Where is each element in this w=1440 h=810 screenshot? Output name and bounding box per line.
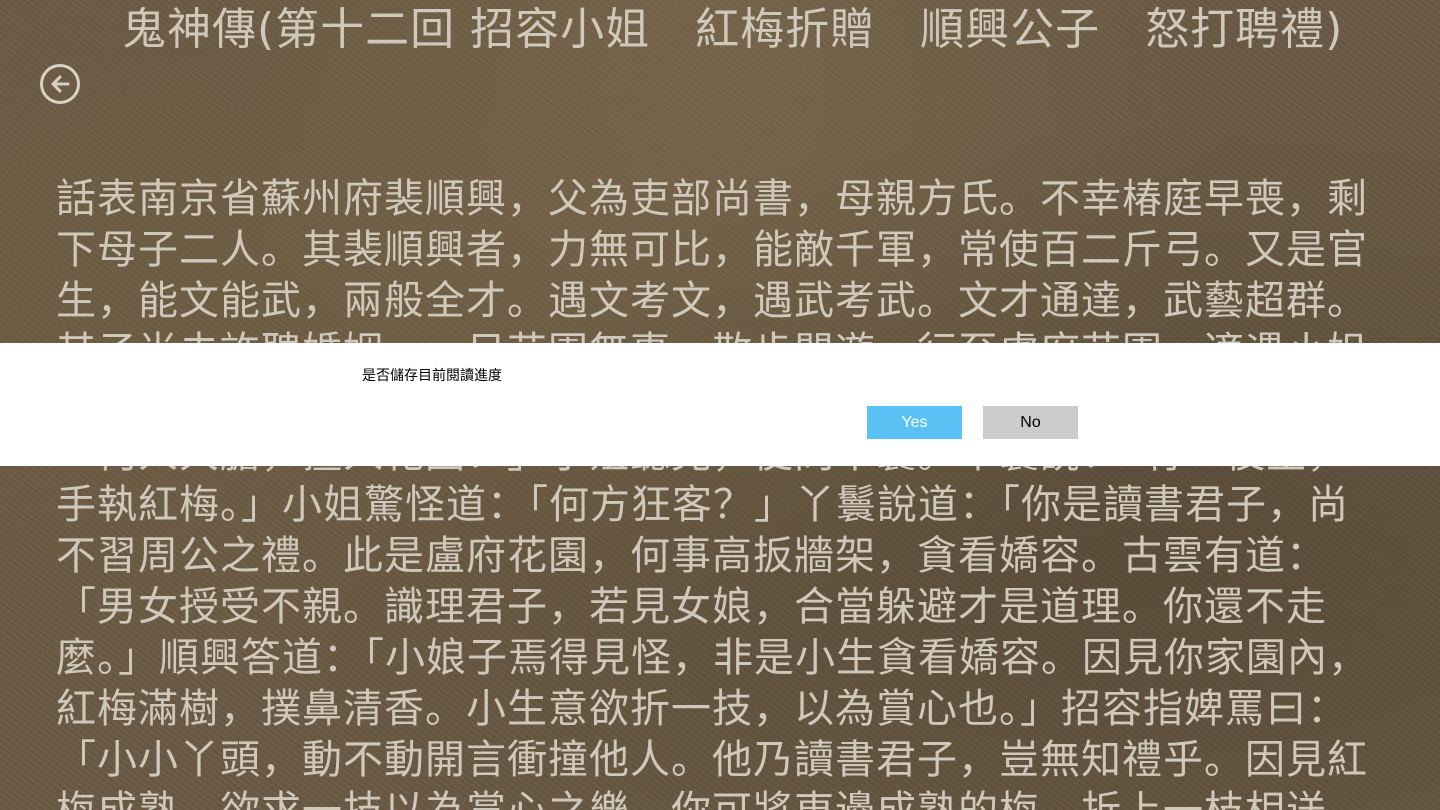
no-button[interactable]: No <box>983 406 1078 439</box>
dialog-message: 是否儲存目前閱讀進度 <box>362 368 502 384</box>
save-progress-dialog: 是否儲存目前閱讀進度 Yes No <box>0 343 1440 466</box>
chapter-title: 鬼神傳(第十二回 招容小姐 紅梅折贈 順興公子 怒打聘禮) <box>122 4 1344 55</box>
arrow-left-circle-icon <box>51 75 70 93</box>
chapter-body-text: 話表南京省蘇州府裴順興，父為吏部尚書，母親方氏。不幸椿庭早喪，剩下母子二人。其裴… <box>56 176 1369 810</box>
back-button[interactable] <box>40 64 80 104</box>
yes-button[interactable]: Yes <box>867 406 962 439</box>
